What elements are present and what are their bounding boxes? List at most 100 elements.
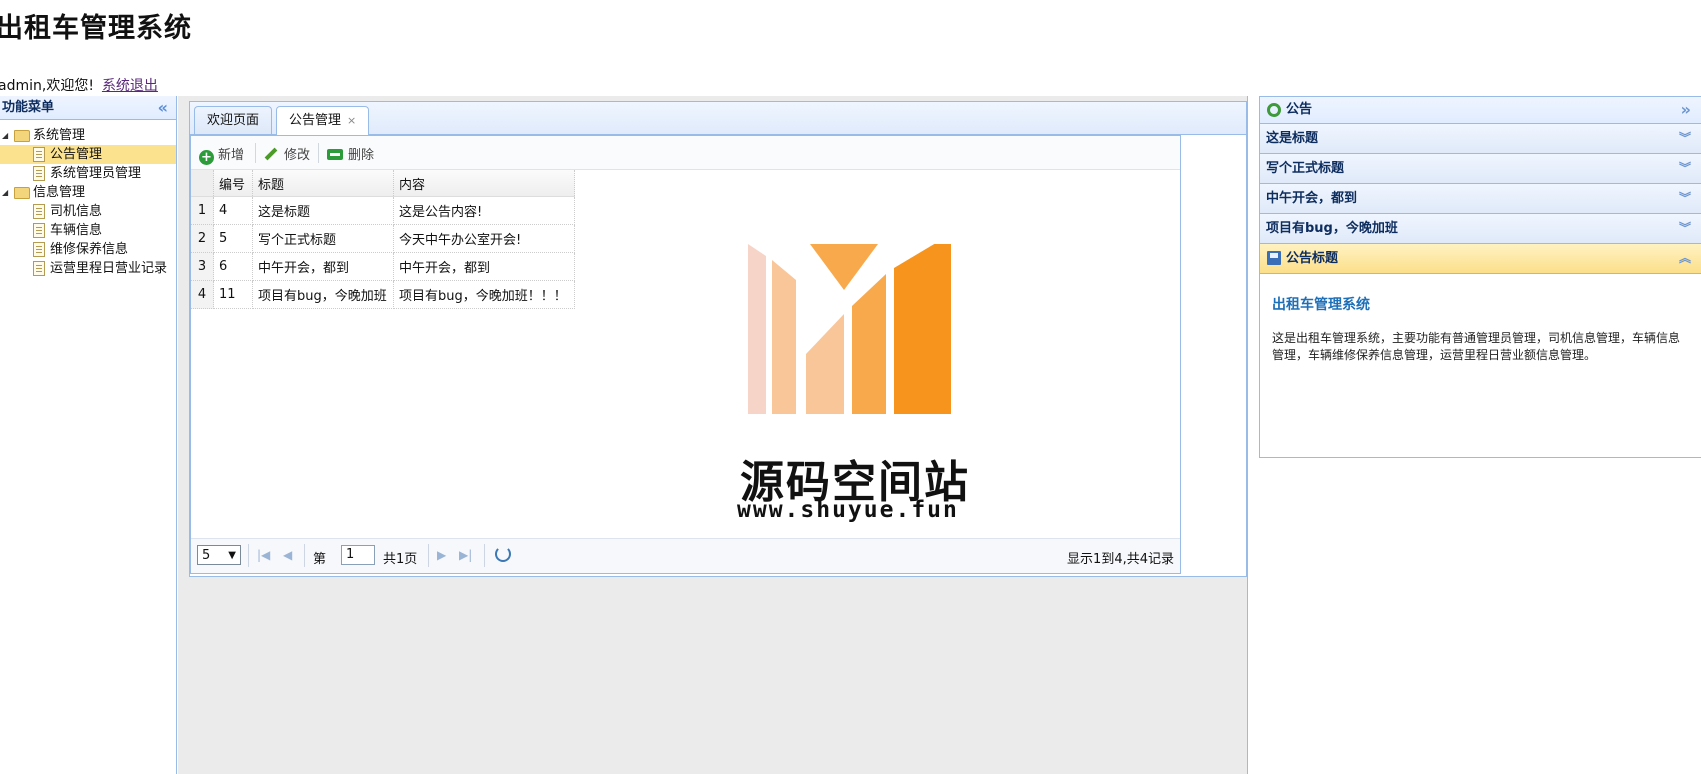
cell-title: 项目有bug，今晚加班	[252, 280, 394, 309]
row-number: 4	[191, 280, 214, 309]
watermark-logo	[748, 244, 951, 414]
collapse-left-icon[interactable]: «	[158, 96, 168, 119]
table-row[interactable]: 3 6 中午开会，都到 中午开会，都到	[191, 252, 575, 281]
notice-grid-panel: + 新增 修改 删除 编号 标题 内容 1 4 这是标题 这是公告内容! 2 5	[190, 135, 1181, 574]
left-menu-panel: 功能菜单 « ◢ 系统管理 公告管理 系统管理员管理 ◢ 信息管理 司机信息 车…	[0, 96, 177, 774]
accordion-item-open[interactable]: 公告标题 ︽	[1260, 244, 1701, 274]
welcome-bar: admin,欢迎您! 系统退出	[0, 75, 158, 95]
delete-label: 删除	[348, 148, 375, 163]
accordion-item[interactable]: 这是标题 ︾	[1260, 124, 1701, 154]
cell-id: 5	[213, 224, 253, 253]
table-row[interactable]: 4 11 项目有bug，今晚加班 项目有bug，今晚加班！！！	[191, 280, 575, 309]
tree-item-driver[interactable]: 司机信息	[0, 202, 176, 221]
notice-panel-title: 公告	[1286, 102, 1313, 117]
cell-id: 4	[213, 196, 253, 225]
chevron-down-icon: ︾	[1678, 131, 1691, 145]
last-page-icon[interactable]: ▶|	[459, 548, 472, 562]
expand-toggle-icon[interactable]: ◢	[2, 126, 8, 145]
file-icon	[33, 242, 45, 257]
tree-item-admin[interactable]: 系统管理员管理	[0, 164, 176, 183]
delete-button[interactable]: 删除	[327, 144, 374, 163]
logout-link[interactable]: 系统退出	[102, 78, 158, 94]
accordion-item[interactable]: 写个正式标题 ︾	[1260, 154, 1701, 184]
chevron-down-icon: ︾	[1678, 191, 1691, 205]
tree-item-label: 司机信息	[50, 204, 103, 219]
pager-divider	[304, 544, 305, 567]
cell-title: 写个正式标题	[252, 224, 394, 253]
tree-item-maintenance[interactable]: 维修保养信息	[0, 240, 176, 259]
tree-item-label: 运营里程日营业记录	[50, 261, 168, 276]
logo-bar	[748, 244, 766, 414]
watermark-url: www.shuyue.fun	[737, 497, 959, 523]
cell-content: 今天中午办公室开会!	[393, 224, 575, 253]
grid-pager: 5 ▼ |◀ ◀ 第 1 共1页 ▶ ▶| 显示1到4,共4记录	[191, 538, 1180, 573]
tree-node-system[interactable]: ◢ 系统管理	[0, 126, 176, 145]
prev-page-icon[interactable]: ◀	[283, 548, 292, 562]
chevron-down-icon: ︾	[1678, 161, 1691, 175]
expand-toggle-icon[interactable]: ◢	[2, 183, 8, 202]
cell-content: 这是公告内容!	[393, 196, 575, 225]
accordion-item[interactable]: 中午开会，都到 ︾	[1260, 184, 1701, 214]
tab-label: 欢迎页面	[207, 113, 260, 128]
refresh-icon[interactable]	[495, 546, 511, 562]
close-icon[interactable]: ×	[347, 114, 356, 127]
first-page-icon[interactable]: |◀	[257, 548, 270, 562]
tabs-bar: 欢迎页面 公告管理 ×	[190, 102, 1246, 135]
add-label: 新增	[218, 148, 245, 163]
tree-node-info[interactable]: ◢ 信息管理	[0, 183, 176, 202]
column-header-title[interactable]: 标题	[252, 170, 394, 197]
next-page-icon[interactable]: ▶	[437, 548, 446, 562]
accordion-label: 这是标题	[1266, 131, 1319, 146]
accordion-item[interactable]: 项目有bug，今晚加班 ︾	[1260, 214, 1701, 244]
accordion-label: 项目有bug，今晚加班	[1266, 221, 1398, 236]
pager-divider	[484, 544, 485, 567]
tree-item-label: 公告管理	[50, 147, 103, 162]
cell-title: 这是标题	[252, 196, 394, 225]
edit-button[interactable]: 修改	[264, 144, 310, 163]
toolbar-divider	[255, 143, 256, 163]
tree-item-label: 系统管理员管理	[50, 166, 142, 181]
app-title: 出租车管理系统	[0, 13, 192, 44]
logo-bar	[852, 274, 886, 414]
folder-icon	[14, 187, 30, 199]
edit-label: 修改	[284, 148, 311, 163]
tab-welcome[interactable]: 欢迎页面	[194, 106, 273, 134]
add-button[interactable]: + 新增	[199, 144, 244, 165]
table-row[interactable]: 2 5 写个正式标题 今天中午办公室开会!	[191, 224, 575, 253]
page-total: 共1页	[383, 552, 418, 567]
notice-panel-header: 公告 »	[1260, 97, 1701, 124]
column-header-content[interactable]: 内容	[393, 170, 575, 197]
page-size-select[interactable]: 5 ▼	[197, 545, 241, 565]
file-icon	[33, 223, 45, 238]
pencil-icon	[264, 147, 278, 161]
chevron-down-icon: ▼	[228, 550, 236, 561]
table-row[interactable]: 1 4 这是标题 这是公告内容!	[191, 196, 575, 225]
toolbar-divider	[318, 143, 319, 163]
logo-bar	[806, 314, 844, 414]
chevron-down-icon: ︾	[1678, 221, 1691, 235]
collapse-right-icon[interactable]: »	[1681, 97, 1691, 123]
pager-divider	[248, 544, 249, 567]
accordion-label: 公告标题	[1286, 251, 1339, 266]
cell-id: 11	[213, 280, 253, 309]
refresh-icon	[1267, 103, 1281, 117]
tree-node-label: 系统管理	[33, 128, 86, 143]
tree-item-mileage[interactable]: 运营里程日营业记录	[0, 259, 176, 278]
accordion-label: 中午开会，都到	[1266, 191, 1358, 206]
logo-bar	[772, 260, 796, 414]
add-icon: +	[199, 150, 214, 165]
page-prefix: 第	[313, 552, 327, 567]
tab-notice[interactable]: 公告管理 ×	[276, 106, 370, 135]
notice-body-title: 出租车管理系统	[1272, 297, 1370, 313]
row-number: 1	[191, 196, 214, 225]
column-header-id[interactable]: 编号	[213, 170, 253, 197]
page-number-input[interactable]: 1	[341, 545, 375, 565]
pager-info: 显示1到4,共4记录	[1067, 552, 1174, 567]
cell-content: 项目有bug，今晚加班！！！	[393, 280, 575, 309]
file-icon	[33, 261, 45, 276]
notice-body-text: 这是出租车管理系统，主要功能有普通管理员管理，司机信息管理，车辆信息管理，车辆维…	[1272, 331, 1681, 362]
tree-item-notice[interactable]: 公告管理	[0, 145, 176, 164]
welcome-text: admin,欢迎您!	[0, 78, 94, 94]
cell-title: 中午开会，都到	[252, 252, 394, 281]
tree-item-vehicle[interactable]: 车辆信息	[0, 221, 176, 240]
